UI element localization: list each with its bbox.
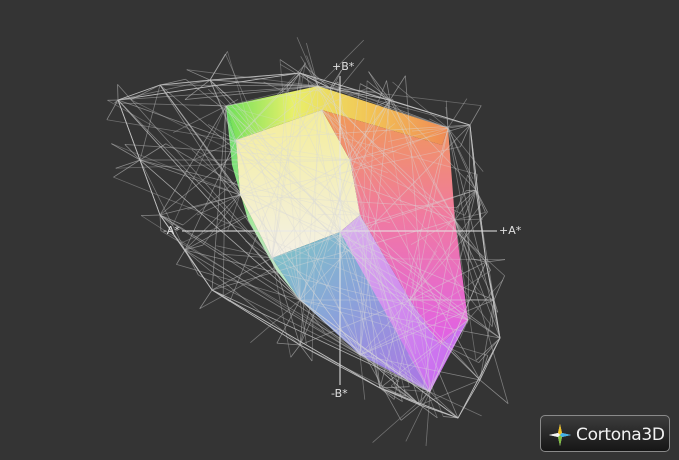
wireframe-edge (372, 391, 431, 443)
wireframe-edge (211, 289, 230, 302)
wireframe-edge (111, 143, 141, 161)
wireframe-edge (379, 387, 395, 400)
axis-label-b-minus: -B* (331, 387, 348, 400)
3d-viewport[interactable]: +B* -B* +A* -A* Cortona3D (0, 0, 679, 460)
axis-label-a-plus: +A* (499, 224, 522, 237)
brand-label: Cortona3D (576, 425, 665, 445)
wireframe-edge (425, 391, 431, 446)
cortona-star-icon (549, 424, 571, 446)
wireframe-edge (115, 159, 141, 169)
axis-label-b-plus: +B* (332, 60, 355, 73)
axis-label-a-minus: -A* (163, 224, 180, 237)
wireframe-edge (457, 379, 481, 419)
wireframe-edge (479, 379, 509, 404)
wireframe-edge (113, 159, 141, 178)
wireframe-edge (209, 51, 228, 81)
wireframe-edge (469, 105, 482, 126)
wireframe-edge (429, 391, 459, 419)
wireframe-edge (176, 249, 186, 265)
wireframe-edge (479, 299, 495, 381)
wireframe-edge (368, 71, 391, 101)
wireframe-edge (141, 214, 161, 216)
cortona3d-logo[interactable]: Cortona3D (540, 415, 670, 452)
wireframe-edge (475, 337, 501, 361)
wireframe-edge (199, 289, 213, 309)
wireframe-edge (159, 84, 181, 113)
wireframe-edge (460, 124, 471, 147)
wireframe-edge (290, 344, 301, 358)
